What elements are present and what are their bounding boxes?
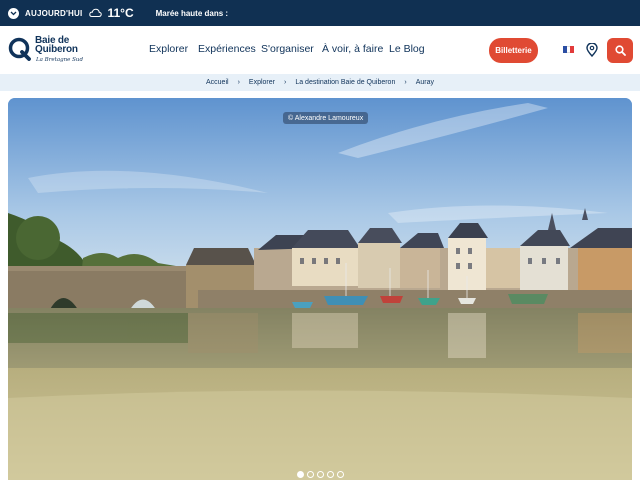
breadcrumb-item[interactable]: La destination Baie de Quiberon — [295, 79, 395, 86]
today-label: AUJOURD'HUI — [25, 8, 83, 18]
breadcrumb-current: Auray — [415, 79, 434, 86]
slider-dot[interactable] — [317, 471, 324, 478]
french-flag-icon[interactable] — [563, 46, 575, 53]
search-icon — [614, 45, 626, 56]
hero-photo — [8, 98, 632, 480]
top-info-bar: AUJOURD'HUI 11°C Marée haute dans : — [0, 0, 640, 26]
slider-dot[interactable] — [327, 471, 334, 478]
slider-dot[interactable] — [337, 471, 344, 478]
hero-slider[interactable]: © Alexandre Lamoureux — [8, 98, 632, 480]
slider-dot[interactable] — [307, 471, 314, 478]
site-logo[interactable]: Baie de Quiberon La Bretagne Sud — [8, 35, 86, 67]
logo-tagline: La Bretagne Sud — [36, 57, 83, 63]
chevron-down-icon[interactable] — [8, 7, 19, 19]
breadcrumb-item[interactable]: Explorer — [249, 79, 275, 86]
nav-le-blog[interactable]: Le Blog — [389, 43, 425, 55]
breadcrumb: Accueil › Explorer › La destination Baie… — [0, 74, 640, 91]
ticket-button[interactable]: Billetterie — [489, 38, 538, 63]
logo-q-icon — [8, 37, 31, 61]
cloud-icon — [89, 8, 103, 17]
slider-dots — [297, 471, 344, 478]
breadcrumb-separator: › — [237, 79, 240, 86]
logo-line2: Quiberon — [35, 44, 78, 55]
temperature: 11°C — [107, 6, 134, 20]
site-header: Baie de Quiberon La Bretagne Sud Explore… — [0, 26, 640, 74]
nav-sorganiser[interactable]: S'organiser — [261, 43, 314, 55]
nav-experiences[interactable]: Expériences — [198, 43, 256, 55]
breadcrumb-separator: › — [283, 79, 287, 86]
search-button[interactable] — [607, 38, 633, 63]
breadcrumb-item[interactable]: Accueil — [206, 79, 229, 86]
nav-a-voir-a-faire[interactable]: À voir, à faire — [322, 43, 383, 55]
slider-dot[interactable] — [297, 471, 304, 478]
photo-credit: © Alexandre Lamoureux — [283, 112, 369, 124]
breadcrumb-separator: › — [404, 79, 407, 86]
location-pin-icon[interactable] — [586, 43, 598, 57]
nav-explorer[interactable]: Explorer — [149, 43, 188, 55]
tide-label: Marée haute dans : — [155, 8, 229, 18]
